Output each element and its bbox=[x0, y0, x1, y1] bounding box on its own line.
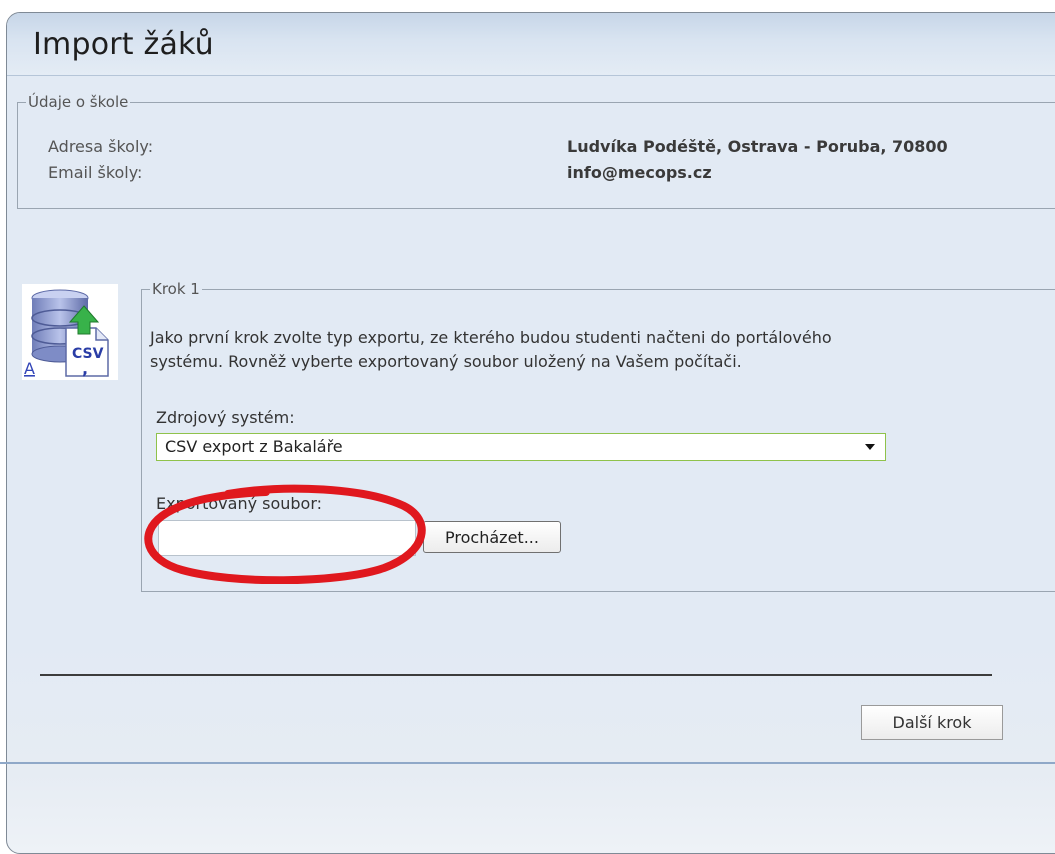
school-info-group: Údaje o škole Adresa školy: Ludvíka Podé… bbox=[17, 93, 1055, 209]
title-bar: Import žáků bbox=[7, 13, 1055, 76]
school-address-label: Adresa školy: bbox=[48, 137, 154, 156]
next-step-button[interactable]: Další krok bbox=[861, 705, 1003, 740]
browse-button[interactable]: Procházet... bbox=[423, 521, 561, 553]
source-system-select[interactable]: CSV export z Bakaláře bbox=[156, 433, 886, 461]
highlight-circle-annotation bbox=[144, 484, 426, 584]
school-address-value: Ludvíka Podéště, Ostrava - Poruba, 70800 bbox=[567, 137, 948, 156]
csv-import-icon: CSV , A bbox=[22, 284, 118, 380]
source-system-label: Zdrojový systém: bbox=[156, 408, 295, 427]
step1-description-line1: Jako první krok zvolte typ exportu, ze k… bbox=[150, 328, 832, 347]
page-title: Import žáků bbox=[33, 27, 214, 62]
step1-legend: Krok 1 bbox=[152, 280, 200, 298]
school-email-label: Email školy: bbox=[48, 163, 143, 182]
school-email-value: info@mecops.cz bbox=[567, 163, 712, 182]
chevron-down-icon[interactable] bbox=[865, 444, 875, 450]
svg-text:A: A bbox=[24, 359, 35, 378]
bottom-border-line bbox=[0, 762, 1055, 764]
separator-line bbox=[40, 674, 992, 676]
school-info-legend: Údaje o škole bbox=[28, 93, 129, 111]
source-system-value: CSV export z Bakaláře bbox=[165, 437, 343, 456]
step1-description: Jako první krok zvolte typ exportu, ze k… bbox=[150, 326, 1010, 374]
svg-text:,: , bbox=[82, 359, 88, 378]
step1-description-line2: systému. Rovněž vyberte exportovaný soub… bbox=[150, 352, 742, 371]
